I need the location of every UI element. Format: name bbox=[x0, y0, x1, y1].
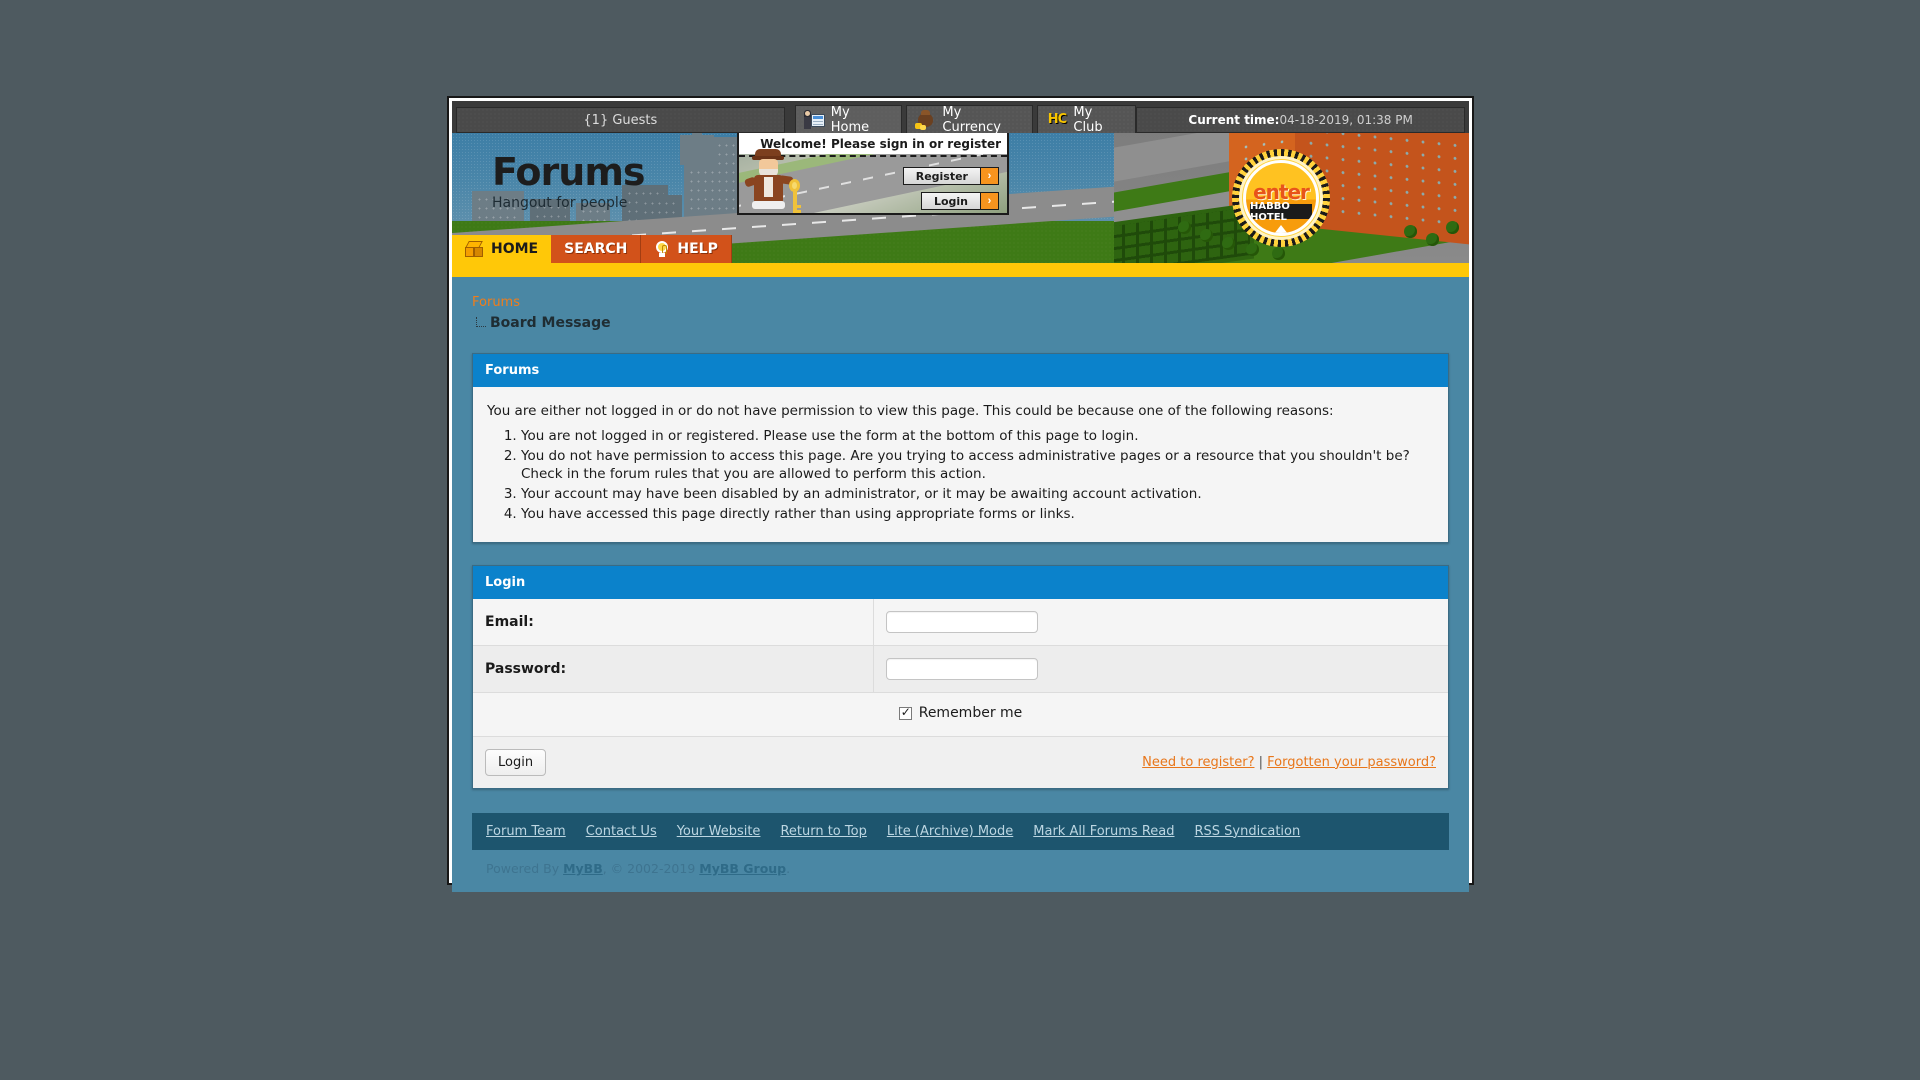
tab-my-home-label: My Home bbox=[830, 104, 870, 135]
remember-row: Remember me bbox=[473, 692, 1448, 737]
footer-period: . bbox=[786, 860, 791, 876]
login-helper-links: Need to register? | Forgotten your passw… bbox=[873, 736, 1448, 788]
current-time-prefix: Current time: bbox=[1188, 113, 1280, 127]
tab-my-club-label: My Club bbox=[1073, 104, 1103, 135]
email-label: Email: bbox=[473, 599, 874, 647]
nav-item-search[interactable]: SEARCH bbox=[551, 235, 642, 263]
remember-me-checkbox[interactable] bbox=[898, 705, 912, 720]
nav-item-search-label: SEARCH bbox=[564, 241, 628, 257]
habbo-hotel-scene: enter HABBO HOTEL bbox=[1114, 133, 1469, 263]
tab-my-club[interactable]: HC My Club bbox=[1037, 104, 1137, 135]
chevron-right-icon: › bbox=[980, 168, 998, 184]
reason-item-1: You are not logged in or registered. Ple… bbox=[521, 427, 1434, 446]
guests-label: {1} Guests bbox=[583, 112, 658, 128]
board-message-intro: You are either not logged in or do not h… bbox=[487, 403, 1334, 419]
nav-item-home-label: HOME bbox=[491, 241, 539, 257]
footer-powered-by: Powered By MyBB, © 2002-2019 MyBB Group. bbox=[472, 849, 1449, 892]
register-button[interactable]: Register › bbox=[902, 167, 999, 185]
footer-link-return-to-top[interactable]: Return to Top bbox=[780, 824, 866, 839]
site-logo: Forums Hangout for people bbox=[492, 150, 646, 211]
nav-item-help-label: HELP bbox=[677, 241, 718, 257]
mybb-group-link[interactable]: MyBB Group bbox=[699, 861, 786, 876]
breadcrumb-current-row: Board Message bbox=[472, 315, 1449, 331]
breadcrumb-root-link[interactable]: Forums bbox=[472, 295, 520, 310]
login-panel: Login Email: Password: ✓ Remember me Log… bbox=[472, 565, 1449, 789]
habbo-character-avatar bbox=[743, 149, 801, 213]
box-icon bbox=[465, 240, 484, 258]
footer-copyright: , © 2002-2019 bbox=[602, 860, 696, 876]
footer-link-forum-team[interactable]: Forum Team bbox=[486, 824, 566, 839]
enter-habbo-hotel-badge[interactable]: enter HABBO HOTEL bbox=[1232, 149, 1330, 247]
page-title: Board Message bbox=[490, 315, 611, 331]
nav-yellow-strip bbox=[452, 263, 1469, 277]
remember-me-toggle[interactable]: Remember me bbox=[898, 705, 1023, 722]
powered-prefix: Powered By bbox=[486, 860, 560, 876]
banner-login-button-label: Login bbox=[921, 193, 980, 209]
login-form-table: Email: Password: Remember me bbox=[473, 599, 1448, 788]
board-message-body: You are either not logged in or do not h… bbox=[473, 387, 1448, 543]
email-row: Email: bbox=[473, 599, 1448, 647]
email-field[interactable] bbox=[885, 611, 1038, 634]
reason-item-4: You have accessed this page directly rat… bbox=[521, 505, 1434, 524]
board-message-panel: Forums You are either not logged in or d… bbox=[472, 353, 1449, 544]
footer-link-bar: Forum Team Contact Us Your Website Retur… bbox=[472, 812, 1449, 850]
main-navigation: HOME SEARCH HELP bbox=[452, 235, 732, 263]
tab-my-currency-label: My Currency bbox=[942, 104, 1001, 135]
login-submit-button[interactable]: Login bbox=[485, 748, 547, 776]
reason-item-3: Your account may have been disabled by a… bbox=[521, 485, 1434, 504]
board-message-panel-title: Forums bbox=[473, 354, 1448, 387]
banner-login-button[interactable]: Login › bbox=[920, 192, 999, 210]
remember-me-label: Remember me bbox=[918, 705, 1023, 722]
logo-subtitle: Hangout for people bbox=[492, 195, 628, 211]
breadcrumb-corner-icon bbox=[476, 316, 486, 327]
breadcrumb: Forums bbox=[472, 295, 1449, 310]
password-row: Password: bbox=[473, 645, 1448, 694]
hc-badge-icon: HC bbox=[1047, 112, 1067, 127]
email-field-cell bbox=[873, 599, 1448, 647]
habbo-tab-group: My Home My Currency HC My Club bbox=[794, 104, 1137, 135]
need-to-register-link[interactable]: Need to register? bbox=[1142, 755, 1254, 770]
board-message-reasons: You are not logged in or registered. Ple… bbox=[487, 427, 1434, 523]
reason-item-2: You do not have permission to access thi… bbox=[521, 447, 1434, 484]
nav-item-help[interactable]: HELP bbox=[641, 235, 732, 263]
forum-page-frame: {1} Guests My Home My Currency HC My Clu… bbox=[447, 96, 1474, 892]
badge-arrow-stem-icon bbox=[1278, 233, 1284, 236]
login-actions-row: Login Need to register? | Forgotten your… bbox=[473, 736, 1448, 788]
password-field-cell bbox=[873, 645, 1448, 694]
tab-my-home[interactable]: My Home bbox=[794, 104, 903, 135]
login-submit-cell: Login bbox=[473, 736, 873, 788]
password-label: Password: bbox=[473, 645, 874, 694]
page-content: Forums Board Message Forums You are eith… bbox=[452, 277, 1469, 892]
guests-counter: {1} Guests bbox=[456, 107, 785, 133]
welcome-signin-box: Welcome! Please sign in or register Regi… bbox=[737, 133, 1009, 215]
footer-link-rss[interactable]: RSS Syndication bbox=[1195, 824, 1301, 839]
mybb-link[interactable]: MyBB bbox=[563, 861, 603, 876]
logo-title: Forums bbox=[492, 150, 646, 194]
habbo-top-bar: {1} Guests My Home My Currency HC My Clu… bbox=[452, 101, 1469, 135]
bulb-icon bbox=[654, 240, 670, 258]
home-person-icon bbox=[803, 109, 825, 130]
current-time-panel: Current time: 04-18-2019, 01:38 PM bbox=[1136, 107, 1465, 133]
coin-bag-icon bbox=[915, 109, 936, 130]
site-banner: Forums Hangout for people enter HABBO HO… bbox=[452, 133, 1469, 263]
register-button-label: Register bbox=[903, 168, 980, 184]
footer-link-contact-us[interactable]: Contact Us bbox=[586, 824, 657, 839]
login-panel-title: Login bbox=[473, 566, 1448, 600]
password-field[interactable] bbox=[885, 658, 1038, 681]
forgotten-password-link[interactable]: Forgotten your password? bbox=[1267, 755, 1436, 770]
remember-cell: Remember me bbox=[473, 692, 1448, 737]
links-separator: | bbox=[1258, 754, 1264, 770]
current-time-value: 04-18-2019, 01:38 PM bbox=[1279, 113, 1413, 127]
tab-my-currency[interactable]: My Currency bbox=[906, 104, 1034, 135]
gold-key-icon bbox=[789, 179, 801, 213]
footer-link-mark-all-read[interactable]: Mark All Forums Read bbox=[1033, 824, 1174, 839]
badge-hotel-text: HABBO HOTEL bbox=[1250, 201, 1312, 223]
chevron-right-icon-2: › bbox=[980, 193, 998, 209]
footer-link-your-website[interactable]: Your Website bbox=[677, 824, 761, 839]
nav-item-home[interactable]: HOME bbox=[452, 235, 552, 263]
footer-link-lite-mode[interactable]: Lite (Archive) Mode bbox=[887, 824, 1013, 839]
